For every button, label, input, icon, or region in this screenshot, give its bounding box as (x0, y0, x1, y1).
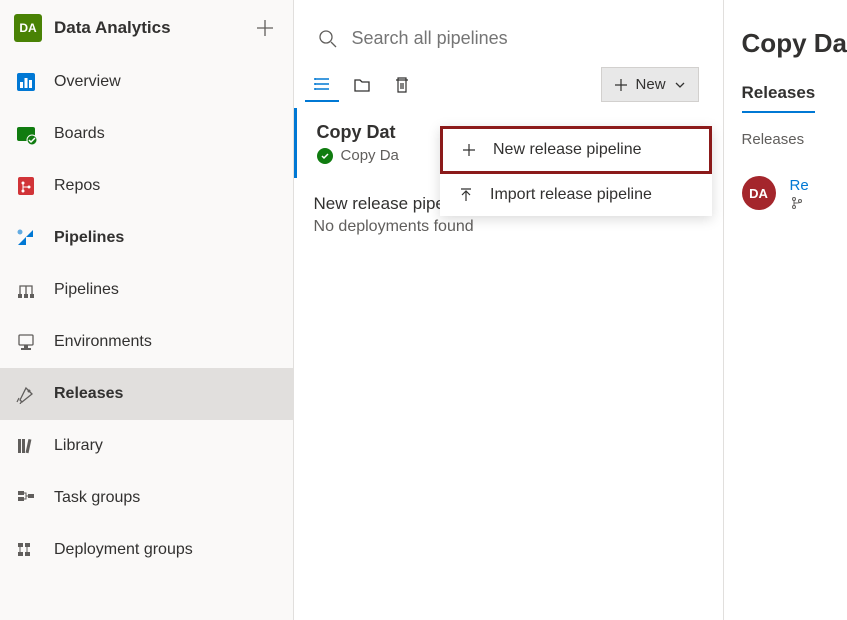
boards-icon (14, 122, 38, 146)
tab-releases[interactable]: Releases (742, 83, 816, 113)
sidebar-item-environments[interactable]: Environments (0, 316, 293, 368)
branch-icon (790, 196, 804, 210)
sidebar-item-label: Pipelines (54, 281, 119, 299)
sidebar-item-label: Releases (54, 385, 123, 403)
detail-title: Copy Da (742, 28, 847, 59)
import-icon (458, 187, 474, 203)
release-info: Re (790, 177, 809, 210)
detail-panel: Copy Da Releases Releases DA Re (724, 0, 847, 620)
delete-button[interactable] (385, 68, 419, 102)
releases-icon (14, 382, 38, 406)
deployment-groups-icon (14, 538, 38, 562)
dropdown-item-label: Import release pipeline (490, 186, 652, 204)
sidebar-header: DA Data Analytics (0, 0, 293, 56)
overview-icon (14, 70, 38, 94)
sidebar-item-label: Library (54, 437, 103, 455)
dropdown-item-new-release-pipeline[interactable]: New release pipeline (440, 126, 712, 174)
task-groups-icon (14, 486, 38, 510)
sidebar-item-label: Repos (54, 177, 100, 195)
dropdown-item-label: New release pipeline (493, 141, 642, 159)
pipelines-sub-icon (14, 278, 38, 302)
main: New Copy Dat Copy Da New release pipelin… (294, 0, 847, 620)
success-icon (317, 148, 333, 164)
project-title: Data Analytics (54, 18, 239, 38)
new-dropdown: New release pipeline Import release pipe… (440, 126, 712, 216)
folder-view-button[interactable] (345, 68, 379, 102)
sidebar-item-label: Environments (54, 333, 152, 351)
sidebar-item-deployment-groups[interactable]: Deployment groups (0, 524, 293, 576)
sidebar-item-pipelines[interactable]: Pipelines (0, 264, 293, 316)
plus-icon (256, 19, 274, 37)
sidebar-item-label: Boards (54, 125, 105, 143)
project-avatar: DA (14, 14, 42, 42)
toolbar: New (294, 67, 723, 108)
sidebar-item-boards[interactable]: Boards (0, 108, 293, 160)
tabs: Releases (742, 83, 847, 113)
sidebar-item-task-groups[interactable]: Task groups (0, 472, 293, 524)
sidebar-item-repos[interactable]: Repos (0, 160, 293, 212)
pipelines-icon (14, 226, 38, 250)
pipeline-list-panel: New Copy Dat Copy Da New release pipelin… (294, 0, 724, 620)
search-icon (318, 29, 338, 49)
list-icon (313, 75, 331, 93)
pipeline-subtext: No deployments found (314, 218, 703, 236)
release-branch (790, 196, 809, 210)
sidebar-item-releases[interactable]: Releases (0, 368, 293, 420)
repos-icon (14, 174, 38, 198)
environments-icon (14, 330, 38, 354)
add-button[interactable] (251, 14, 279, 42)
plus-icon (461, 142, 477, 158)
release-row[interactable]: DA Re (742, 176, 847, 210)
list-view-button[interactable] (305, 68, 339, 102)
new-button-label: New (636, 76, 666, 93)
sidebar-item-pipelines-section[interactable]: Pipelines (0, 212, 293, 264)
chevron-down-icon (674, 79, 686, 91)
folder-icon (353, 76, 371, 94)
sidebar-item-library[interactable]: Library (0, 420, 293, 472)
dropdown-item-import-release-pipeline[interactable]: Import release pipeline (440, 174, 712, 216)
pipeline-status-text: Copy Da (341, 147, 399, 164)
sidebar-item-label: Deployment groups (54, 541, 193, 559)
sidebar-item-label: Overview (54, 73, 121, 91)
sidebar-item-overview[interactable]: Overview (0, 56, 293, 108)
plus-icon (614, 78, 628, 92)
sidebar-item-label: Task groups (54, 489, 140, 507)
sidebar-item-label: Pipelines (54, 229, 124, 247)
release-link[interactable]: Re (790, 177, 809, 194)
search-input[interactable] (352, 28, 699, 49)
trash-icon (393, 76, 411, 94)
release-avatar: DA (742, 176, 776, 210)
search-bar (294, 0, 723, 67)
subtab-releases[interactable]: Releases (742, 131, 847, 148)
sidebar: DA Data Analytics Overview Boards Repos … (0, 0, 294, 620)
library-icon (14, 434, 38, 458)
new-button[interactable]: New (601, 67, 699, 102)
